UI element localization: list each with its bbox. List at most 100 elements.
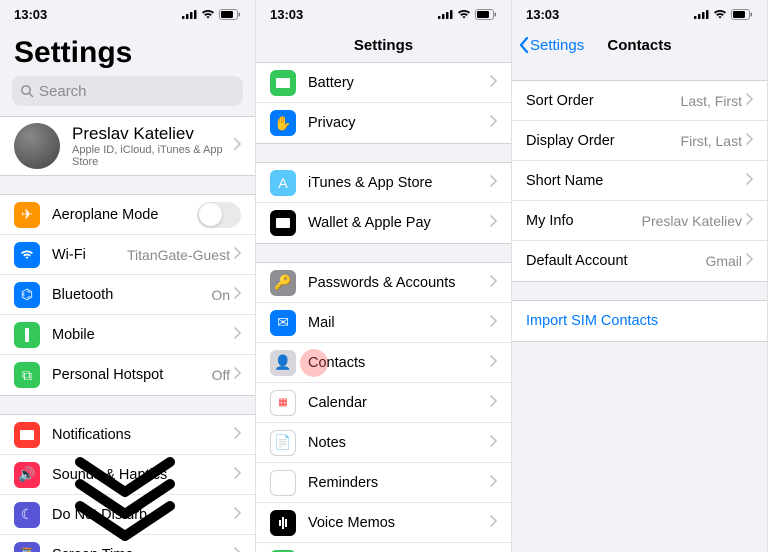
back-button[interactable]: Settings bbox=[518, 36, 584, 54]
row-privacy[interactable]: ✋ Privacy bbox=[256, 103, 511, 143]
avatar bbox=[14, 123, 60, 169]
wallet-icon bbox=[270, 210, 296, 236]
search-placeholder: Search bbox=[39, 83, 87, 100]
row-default-account[interactable]: Default AccountGmail bbox=[512, 241, 767, 281]
status-icons bbox=[694, 9, 753, 20]
row-aeroplane-mode[interactable]: ✈︎ Aeroplane Mode bbox=[0, 195, 255, 235]
status-time: 13:03 bbox=[14, 7, 47, 22]
battery-icon bbox=[731, 9, 753, 20]
status-time: 13:03 bbox=[526, 7, 559, 22]
nav-title: Contacts bbox=[607, 37, 671, 54]
row-my-info[interactable]: My InfoPreslav Kateliev bbox=[512, 201, 767, 241]
row-dnd[interactable]: ☾ Do Not Disturb bbox=[0, 495, 255, 535]
chevron-right-icon bbox=[234, 467, 241, 483]
screen-settings-scrolled: 13:03 Settings Battery ✋ Privacy A bbox=[256, 0, 512, 552]
row-mail[interactable]: ✉︎Mail bbox=[256, 303, 511, 343]
nav-title: Settings bbox=[354, 37, 413, 54]
chevron-right-icon bbox=[746, 213, 753, 229]
nav-bar: Settings Contacts bbox=[512, 28, 767, 62]
row-wifi[interactable]: Wi-Fi TitanGate-Guest bbox=[0, 235, 255, 275]
signal-icon bbox=[182, 9, 197, 19]
chevron-right-icon bbox=[234, 427, 241, 443]
chevron-right-icon bbox=[490, 315, 497, 331]
status-bar: 13:03 bbox=[256, 0, 511, 28]
chevron-left-icon bbox=[518, 36, 529, 54]
nav-bar: Settings bbox=[256, 28, 511, 62]
key-icon: 🔑 bbox=[270, 270, 296, 296]
row-itunes[interactable]: A iTunes & App Store bbox=[256, 163, 511, 203]
row-contacts[interactable]: 👤Contacts bbox=[256, 343, 511, 383]
screen-contacts-settings: 13:03 Settings Contacts Sort OrderLast, … bbox=[512, 0, 768, 552]
notes-icon: 📄 bbox=[270, 430, 296, 456]
row-voice-memos[interactable]: Voice Memos bbox=[256, 503, 511, 543]
toggle-off[interactable] bbox=[197, 202, 241, 228]
row-reminders[interactable]: ⋮Reminders bbox=[256, 463, 511, 503]
chevron-right-icon bbox=[234, 367, 241, 383]
chevron-right-icon bbox=[490, 515, 497, 531]
row-personal-hotspot[interactable]: ⧉ Personal Hotspot Off bbox=[0, 355, 255, 395]
row-mobile[interactable]: Mobile bbox=[0, 315, 255, 355]
notifications-icon bbox=[14, 422, 40, 448]
hotspot-icon: ⧉ bbox=[14, 362, 40, 388]
chevron-right-icon bbox=[490, 355, 497, 371]
wifi-icon bbox=[14, 242, 40, 268]
row-battery[interactable]: Battery bbox=[256, 63, 511, 103]
row-wallet[interactable]: Wallet & Apple Pay bbox=[256, 203, 511, 243]
chevron-right-icon bbox=[490, 215, 497, 231]
chevron-right-icon bbox=[490, 435, 497, 451]
chevron-right-icon bbox=[746, 133, 753, 149]
chevron-right-icon bbox=[746, 253, 753, 269]
bluetooth-icon: ⌬ bbox=[14, 282, 40, 308]
reminders-icon: ⋮ bbox=[270, 470, 296, 496]
mail-icon: ✉︎ bbox=[270, 310, 296, 336]
row-screen-time[interactable]: ⏳ Screen Time bbox=[0, 535, 255, 552]
signal-icon bbox=[694, 9, 709, 19]
status-bar: 13:03 bbox=[512, 0, 767, 28]
contacts-icon: 👤 bbox=[270, 350, 296, 376]
search-input[interactable]: Search bbox=[12, 76, 243, 106]
moon-icon: ☾ bbox=[14, 502, 40, 528]
voice-memos-icon bbox=[270, 510, 296, 536]
chevron-right-icon bbox=[490, 115, 497, 131]
row-notes[interactable]: 📄Notes bbox=[256, 423, 511, 463]
screen-settings-main: 13:03 Settings Search Preslav Kateliev A… bbox=[0, 0, 256, 552]
row-display-order[interactable]: Display OrderFirst, Last bbox=[512, 121, 767, 161]
status-icons bbox=[438, 9, 497, 20]
row-passwords[interactable]: 🔑Passwords & Accounts bbox=[256, 263, 511, 303]
appstore-icon: A bbox=[270, 170, 296, 196]
signal-icon bbox=[438, 9, 453, 19]
battery-icon bbox=[270, 70, 296, 96]
battery-icon bbox=[475, 9, 497, 20]
row-calendar[interactable]: ▦Calendar bbox=[256, 383, 511, 423]
wifi-icon bbox=[201, 9, 215, 19]
chevron-right-icon bbox=[234, 547, 241, 552]
wifi-icon bbox=[713, 9, 727, 19]
row-import-sim[interactable]: Import SIM Contacts bbox=[512, 301, 767, 341]
battery-icon bbox=[219, 9, 241, 20]
account-subtitle: Apple ID, iCloud, iTunes & App Store bbox=[72, 144, 234, 168]
chevron-right-icon bbox=[746, 173, 753, 189]
apple-id-row[interactable]: Preslav Kateliev Apple ID, iCloud, iTune… bbox=[0, 117, 255, 175]
antenna-icon bbox=[14, 322, 40, 348]
wifi-icon bbox=[457, 9, 471, 19]
row-notifications[interactable]: Notifications bbox=[0, 415, 255, 455]
search-icon bbox=[20, 84, 34, 98]
row-phone[interactable]: ✆Phone bbox=[256, 543, 511, 552]
chevron-right-icon bbox=[234, 137, 241, 155]
chevron-right-icon bbox=[234, 247, 241, 263]
row-short-name[interactable]: Short Name bbox=[512, 161, 767, 201]
chevron-right-icon bbox=[490, 75, 497, 91]
row-sort-order[interactable]: Sort OrderLast, First bbox=[512, 81, 767, 121]
row-bluetooth[interactable]: ⌬ Bluetooth On bbox=[0, 275, 255, 315]
chevron-right-icon bbox=[234, 287, 241, 303]
airplane-icon: ✈︎ bbox=[14, 202, 40, 228]
chevron-right-icon bbox=[746, 93, 753, 109]
status-time: 13:03 bbox=[270, 7, 303, 22]
chevron-right-icon bbox=[234, 507, 241, 523]
sounds-icon: 🔊 bbox=[14, 462, 40, 488]
hourglass-icon: ⏳ bbox=[14, 542, 40, 552]
row-sounds[interactable]: 🔊 Sounds & Haptics bbox=[0, 455, 255, 495]
status-icons bbox=[182, 9, 241, 20]
status-bar: 13:03 bbox=[0, 0, 255, 28]
calendar-icon: ▦ bbox=[270, 390, 296, 416]
